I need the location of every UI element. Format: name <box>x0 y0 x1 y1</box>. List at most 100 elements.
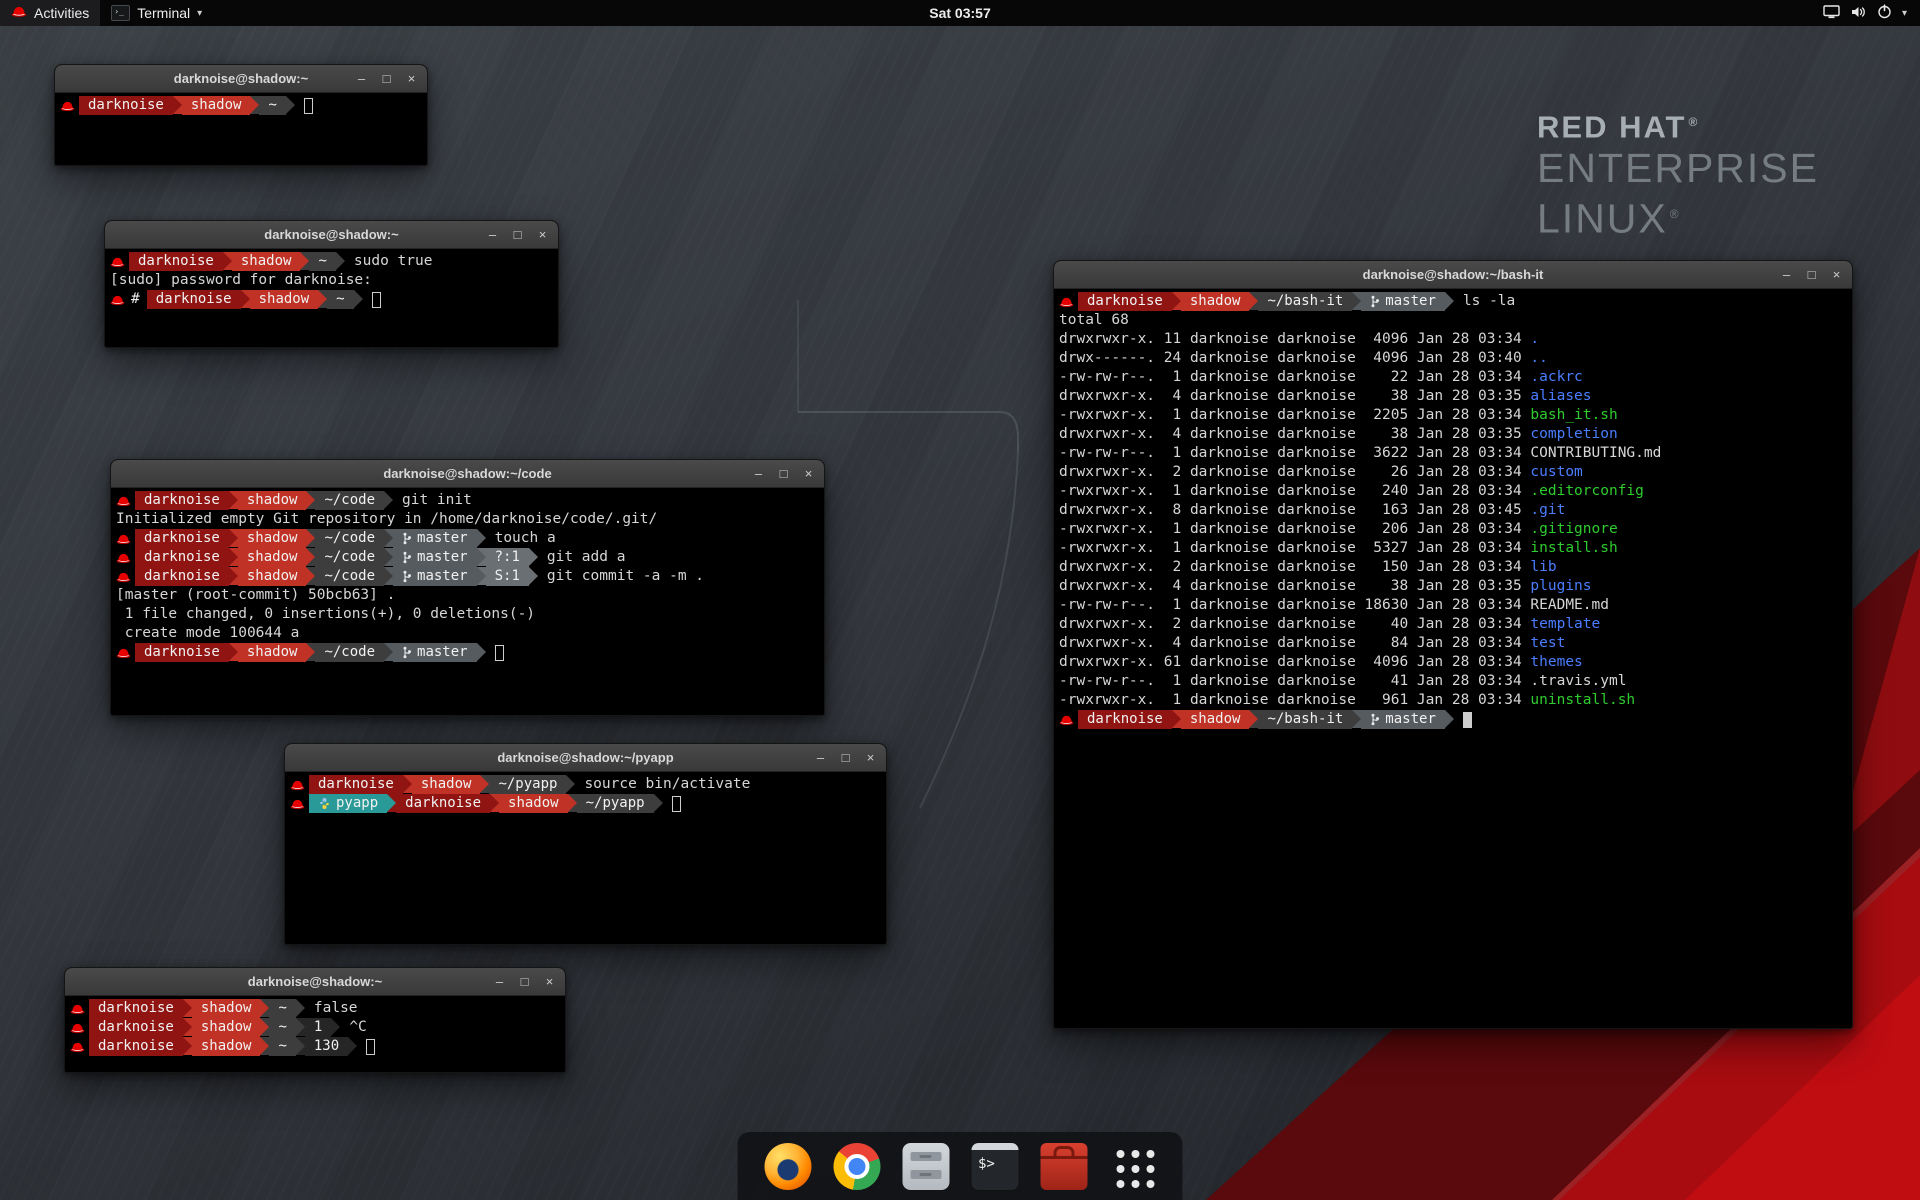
app-menu-terminal[interactable]: Terminal ▾ <box>100 0 213 26</box>
powerline-arrow <box>183 999 192 1017</box>
maximize-button[interactable]: □ <box>380 72 393 85</box>
prompt-segment-user: darknoise <box>89 999 183 1018</box>
powerline-arrow <box>229 643 238 661</box>
window-title: darknoise@shadow:~/pyapp <box>285 744 886 771</box>
close-button[interactable]: × <box>864 751 877 764</box>
maximize-button[interactable]: □ <box>777 467 790 480</box>
maximize-button[interactable]: □ <box>839 751 852 764</box>
prompt-segment-host: shadow <box>238 643 307 662</box>
powerline-arrow <box>250 96 259 114</box>
prompt-segment-user: darknoise <box>89 1018 183 1037</box>
prompt-line: darknoiseshadow~/codegit init <box>113 491 822 510</box>
maximize-button[interactable]: □ <box>518 975 531 988</box>
command-text: sudo true <box>345 252 433 271</box>
file-name: CONTRIBUTING.md <box>1530 445 1661 461</box>
window-titlebar[interactable]: darknoise@shadow:~/pyapp–□ × <box>285 744 886 772</box>
prompt-segment-path: ~/code <box>315 643 384 662</box>
display-icon <box>1823 5 1840 22</box>
window-controls: –□ × <box>493 968 556 995</box>
ls-row: drwxrwxr-x. 4 darknoise darknoise 84 Jan… <box>1056 634 1850 653</box>
prompt-segment-host: shadow <box>412 775 481 794</box>
prompt-segment-host: shadow <box>238 548 307 567</box>
file-name: .ackrc <box>1530 369 1582 385</box>
activities-button[interactable]: Activities <box>0 0 100 26</box>
prompt-line: darknoiseshadow~false <box>67 999 563 1018</box>
prompt-segment-path: ~/code <box>315 529 384 548</box>
ls-row: -rwxrwxr-x. 1 darknoise darknoise 206 Ja… <box>1056 520 1850 539</box>
redhat-prompt-icon <box>287 794 309 813</box>
minimize-button[interactable]: – <box>814 751 827 764</box>
terminal-content[interactable]: darknoiseshadow~ <box>55 93 427 166</box>
terminal-content[interactable]: darknoiseshadow~sudo true[sudo] password… <box>105 249 558 348</box>
powerline-arrow <box>286 96 295 114</box>
dock-item-terminal[interactable]: $> <box>969 1140 1021 1192</box>
powerline-arrow <box>296 1037 305 1055</box>
prompt-segment-err: 130 <box>305 1037 348 1056</box>
redhat-prompt-icon <box>67 999 89 1018</box>
close-button[interactable]: × <box>802 467 815 480</box>
output-line: total 68 <box>1056 311 1850 330</box>
ls-row: -rwxrwxr-x. 1 darknoise darknoise 240 Ja… <box>1056 482 1850 501</box>
redhat-prompt-icon <box>107 290 129 309</box>
window-titlebar[interactable]: darknoise@shadow:~/bash-it–□× <box>1054 261 1852 289</box>
minimize-button[interactable]: – <box>486 228 499 241</box>
file-name: uninstall.sh <box>1530 692 1635 708</box>
redhat-prompt-icon <box>113 567 135 586</box>
volume-icon <box>1850 5 1867 22</box>
prompt-segment-user: darknoise <box>396 794 490 813</box>
prompt-segment-user: darknoise <box>89 1037 183 1056</box>
command-text: ls -la <box>1454 292 1515 311</box>
powerline-arrow <box>260 1037 269 1055</box>
minimize-button[interactable]: – <box>752 467 765 480</box>
powerline-arrow <box>1352 710 1361 728</box>
window-titlebar[interactable]: darknoise@shadow:~/code–□× <box>111 460 824 488</box>
minimize-button[interactable]: – <box>1780 268 1793 281</box>
chrome-icon <box>833 1143 880 1190</box>
prompt-segment-user: darknoise <box>1078 292 1172 311</box>
window-controls: –□ × <box>752 460 815 487</box>
system-status-area[interactable]: ▾ <box>1810 0 1920 26</box>
window-titlebar[interactable]: darknoise@shadow:~–□× <box>65 968 565 996</box>
terminal-content[interactable]: darknoiseshadow~/pyappsource bin/activat… <box>285 772 886 945</box>
dock-item-chrome[interactable] <box>831 1140 883 1192</box>
prompt-segment-path: ~/code <box>315 491 384 510</box>
window-titlebar[interactable]: darknoise@shadow:~–□× <box>105 221 558 249</box>
minimize-button[interactable]: – <box>493 975 506 988</box>
prompt-segment-path: ~/bash-it <box>1258 710 1352 729</box>
files-icon <box>902 1143 949 1190</box>
clock[interactable]: Sat 03:57 <box>929 5 990 21</box>
close-button[interactable]: × <box>405 72 418 85</box>
file-name: .gitignore <box>1530 521 1617 537</box>
window-titlebar[interactable]: darknoise@shadow:~–□× <box>55 65 427 93</box>
prompt-segment-git: master <box>393 643 477 662</box>
prompt-segment-venv: pyapp <box>309 794 387 813</box>
powerline-arrow <box>1445 710 1454 728</box>
powerline-arrow <box>241 290 250 308</box>
file-name: install.sh <box>1530 540 1617 556</box>
dock-item-toolbox[interactable] <box>1038 1140 1090 1192</box>
maximize-button[interactable]: □ <box>511 228 524 241</box>
maximize-button[interactable]: □ <box>1805 268 1818 281</box>
terminal-content[interactable]: darknoiseshadow~falsedarknoiseshadow~1^C… <box>65 996 565 1073</box>
prompt-segment-git: master <box>1361 710 1445 729</box>
prompt-segment-user: darknoise <box>147 290 241 309</box>
prompt-segment-git: master <box>393 529 477 548</box>
terminal-content[interactable]: darknoiseshadow~/codegit initInitialized… <box>111 488 824 716</box>
powerline-arrow <box>477 529 486 547</box>
prompt-line: #darknoiseshadow~ <box>107 290 556 309</box>
prompt-segment-path: ~ <box>327 290 353 309</box>
redhat-prompt-icon <box>113 643 135 662</box>
dock-item-firefox[interactable] <box>762 1140 814 1192</box>
close-button[interactable]: × <box>536 228 549 241</box>
minimize-button[interactable]: – <box>355 72 368 85</box>
close-button[interactable]: × <box>1830 268 1843 281</box>
redhat-logo-icon <box>11 5 27 21</box>
dock-item-show-apps[interactable] <box>1107 1140 1159 1192</box>
terminal-content[interactable]: darknoiseshadow~/bash-itmasterls -latota… <box>1054 289 1852 1029</box>
close-button[interactable]: × <box>543 975 556 988</box>
ls-row: -rw-rw-r--. 1 darknoise darknoise 41 Jan… <box>1056 672 1850 691</box>
dock-item-files[interactable] <box>900 1140 952 1192</box>
prompt-segment-host: shadow <box>182 96 251 115</box>
ls-row: drwxrwxr-x. 2 darknoise darknoise 150 Ja… <box>1056 558 1850 577</box>
prompt-segment-path: ~ <box>309 252 335 271</box>
